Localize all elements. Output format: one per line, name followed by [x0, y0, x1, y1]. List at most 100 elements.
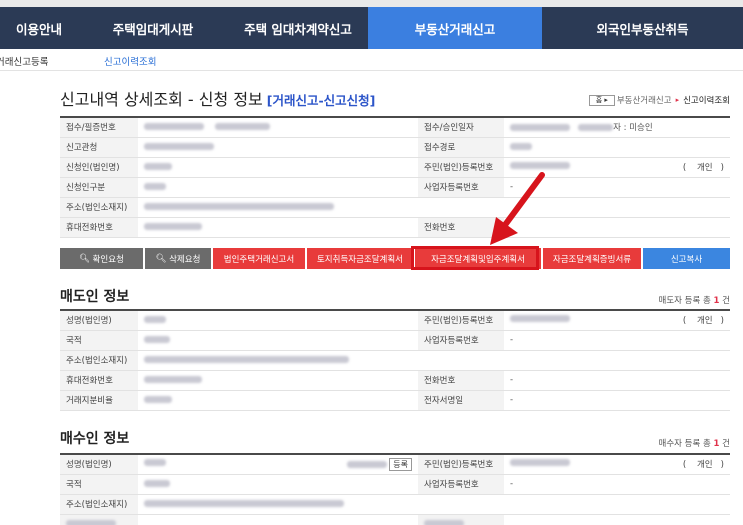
table-row: 신청인(법인명) 주민(법인)등록번호 ( 개인 ): [60, 157, 730, 178]
buyer-address-value: [138, 494, 730, 515]
seller-share-value: [138, 390, 418, 411]
buyer-rrn-value: ( 개인 ): [504, 453, 730, 475]
nav-rental-board[interactable]: 주택임대게시판: [78, 7, 228, 49]
nav-guide[interactable]: 이용안내: [0, 7, 78, 49]
seller-person-type: 개인: [696, 316, 713, 327]
seller-bizno-value: -: [504, 330, 730, 351]
route-label: 접수경로: [418, 137, 504, 158]
applicant-label: 신청인(법인명): [60, 157, 138, 178]
confirm-request-button[interactable]: 🔍︎ 확인요청: [60, 248, 143, 269]
route-value: [504, 137, 730, 158]
bizno-value: -: [504, 177, 730, 198]
buyer-person-type: 개인: [696, 460, 713, 471]
sub-nav: 거래신고등록 신고이력조회: [0, 49, 743, 71]
home-icon[interactable]: 홈 ▸: [588, 94, 615, 106]
seller-count-suffix: 건: [722, 296, 730, 306]
nav-foreigner-acquisition[interactable]: 외국인부동산취득: [542, 7, 743, 49]
confirm-label: 확인요청: [92, 254, 124, 265]
address-value: [138, 197, 730, 218]
buyer-nation-label: 국적: [60, 474, 138, 495]
table-row: [60, 514, 730, 525]
subnav-register[interactable]: 거래신고등록: [0, 54, 48, 68]
table-row: 주소(법인소재지): [60, 197, 730, 218]
seller-name-value: [138, 309, 418, 331]
buyer-next-value: [138, 514, 418, 525]
seller-mobile-label: 휴대전화번호: [60, 370, 138, 391]
buyer-next-label: [60, 514, 138, 525]
address-label: 주소(법인소재지): [60, 197, 138, 218]
buyer-count-number: 1: [713, 439, 720, 449]
buyer-next-label-2: [418, 514, 504, 525]
buyer-heading: 매수인 정보: [60, 431, 130, 447]
buyer-register-button[interactable]: 등록: [389, 457, 412, 471]
mobile-value: [138, 217, 418, 238]
land-fund-plan-button[interactable]: 토지취득자금조달계획서: [307, 248, 413, 269]
main-nav: 이용안내 주택임대게시판 주택 임대차계약신고 부동산거래신고 외국인부동산취득: [0, 7, 743, 49]
rrn-value: ( 개인 ): [504, 157, 730, 178]
page-title: 신고내역 상세조회 - 신청 정보 [거래신고-신고신청]: [60, 86, 375, 110]
table-row: 주소(법인소재지): [60, 350, 730, 371]
page-title-text: 신고내역 상세조회 - 신청 정보: [60, 90, 263, 109]
seller-nation-value: [138, 330, 418, 351]
delete-label: 삭제요청: [169, 254, 201, 265]
seller-share-label: 거래지분비율: [60, 390, 138, 411]
table-row: 국적 사업자등록번호 -: [60, 474, 730, 495]
buyer-bizno-label: 사업자등록번호: [418, 474, 504, 495]
applicant-value: [138, 157, 418, 178]
search-icon: 🔍︎: [155, 253, 170, 264]
table-row: 성명(법인명) 주민(법인)등록번호 ( 개인 ): [60, 309, 730, 331]
office-label: 신고관청: [60, 137, 138, 158]
breadcrumb-current: 신고이력조회: [683, 96, 730, 106]
applicant-type-label: 신청인구분: [60, 177, 138, 198]
receipt-no-value: [138, 116, 418, 138]
buyer-info-table: 성명(법인명) 등록 주민(법인)등록번호 ( 개인 ) 국적 사업자등록번호 …: [60, 453, 730, 525]
subnav-history[interactable]: 신고이력조회: [104, 54, 156, 68]
buyer-rrn-label: 주민(법인)등록번호: [418, 453, 504, 475]
person-type: 개인: [696, 163, 713, 173]
receipt-date-value: 자 : 미승인: [504, 116, 730, 138]
seller-address-label: 주소(법인소재지): [60, 350, 138, 371]
seller-bizno-label: 사업자등록번호: [418, 330, 504, 351]
browser-top-strip: [0, 0, 743, 7]
table-row: 거래지분비율 전자서명일 -: [60, 390, 730, 411]
seller-phone-value: -: [504, 370, 730, 391]
home-label: 홈: [595, 95, 603, 104]
buyer-nation-value: [138, 474, 418, 495]
seller-heading: 매도인 정보: [60, 289, 130, 305]
table-row: 국적 사업자등록번호 -: [60, 330, 730, 351]
receipt-no-label: 접수/필증번호: [60, 116, 138, 138]
buyer-name-label: 성명(법인명): [60, 453, 138, 475]
seller-count-number: 1: [713, 296, 720, 306]
nav-lease-report[interactable]: 주택 임대차계약신고: [228, 7, 368, 49]
applicant-type-value: [138, 177, 418, 198]
seller-mobile-value: [138, 370, 418, 391]
phone-value: [504, 217, 730, 238]
action-button-row: 🔍︎ 확인요청 🔍︎ 삭제요청 법인주택거래신고서 토지취득자금조달계획서 자금…: [60, 248, 730, 269]
table-row: 신청인구분 사업자등록번호 -: [60, 177, 730, 198]
breadcrumb-arrow-icon: ▸: [675, 96, 680, 104]
buyer-name-value: 등록: [138, 453, 418, 475]
title-row: 신고내역 상세조회 - 신청 정보 [거래신고-신고신청] 홈 ▸ 부동산거래신고…: [60, 86, 730, 110]
fund-plan-button[interactable]: 자금조달계획및입주계획서: [415, 248, 541, 269]
table-row: 주소(법인소재지): [60, 494, 730, 515]
seller-count: 매도자 등록 총 1 건: [659, 294, 730, 306]
fund-proof-button[interactable]: 자금조달계획증빙서류: [543, 248, 641, 269]
seller-count-prefix: 매도자 등록 총: [658, 296, 711, 306]
buyer-address-label: 주소(법인소재지): [60, 494, 138, 515]
seller-esign-label: 전자서명일: [418, 390, 504, 411]
nav-real-estate-report[interactable]: 부동산거래신고: [368, 7, 542, 49]
buyer-count-prefix: 매수자 등록 총: [658, 439, 711, 449]
breadcrumb-parent[interactable]: 부동산거래신고: [617, 94, 672, 106]
corp-house-report-button[interactable]: 법인주택거래신고서: [213, 248, 305, 269]
buyer-next-value-2: [504, 514, 730, 525]
table-row: 신고관청 접수경로: [60, 137, 730, 158]
seller-phone-label: 전화번호: [418, 370, 504, 391]
delete-request-button[interactable]: 🔍︎ 삭제요청: [145, 248, 211, 269]
phone-label: 전화번호: [418, 217, 504, 238]
seller-rrn-label: 주민(법인)등록번호: [418, 309, 504, 331]
buyer-count-suffix: 건: [722, 439, 730, 449]
buyer-bizno-value: -: [504, 474, 730, 495]
mobile-label: 휴대전화번호: [60, 217, 138, 238]
bizno-label: 사업자등록번호: [418, 177, 504, 198]
copy-report-button[interactable]: 신고복사: [643, 248, 730, 269]
